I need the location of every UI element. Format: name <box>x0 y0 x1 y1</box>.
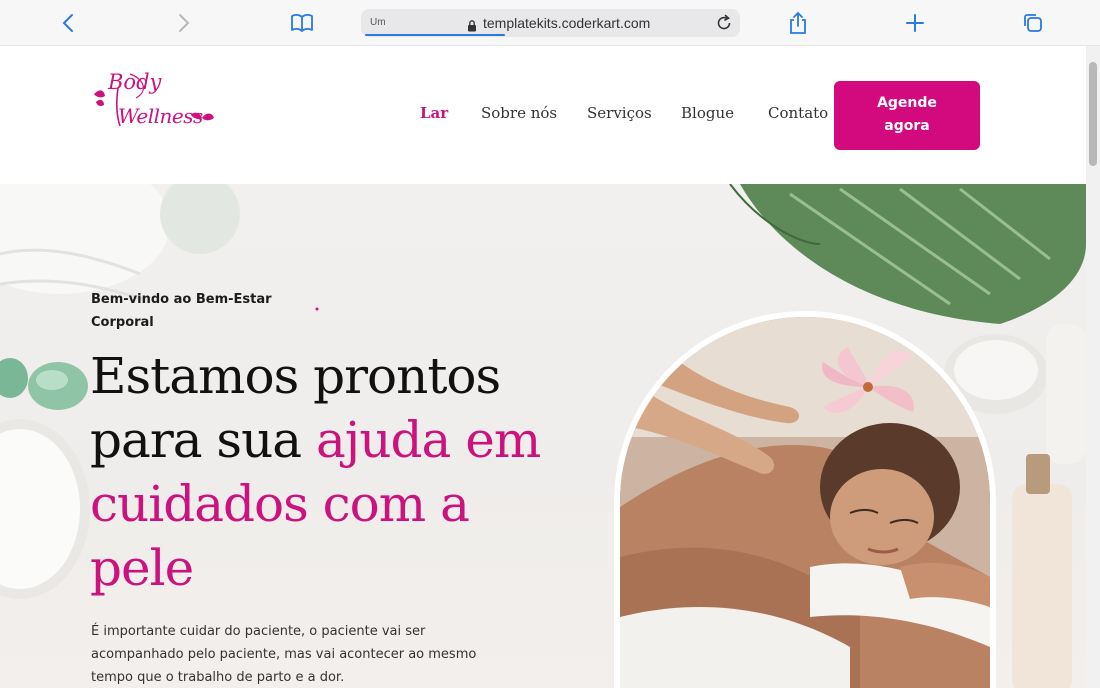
share-icon[interactable] <box>786 11 810 35</box>
browser-toolbar: Um templatekits.coderkart.com <box>0 0 1100 46</box>
logo-text-line1: Body <box>108 70 162 94</box>
page-load-progress <box>365 34 505 36</box>
book-now-label-line2: agora <box>884 118 930 134</box>
nav-item-blog[interactable]: Blogue <box>681 104 734 122</box>
headline-line3: cuidados com a <box>90 475 470 533</box>
nav-item-home[interactable]: Lar <box>420 104 448 122</box>
cream-bowl-decoration <box>0 419 90 599</box>
bookmarks-icon[interactable] <box>290 11 314 35</box>
welcome-line2: Corporal <box>91 315 154 330</box>
book-now-label-line1: Agende <box>877 95 937 111</box>
address-bar[interactable]: Um templatekits.coderkart.com <box>361 9 740 37</box>
headline-line4: pele <box>90 539 194 597</box>
brand-logo[interactable]: Body Wellness <box>90 68 240 140</box>
welcome-line1: Bem-vindo ao Bem-Estar <box>91 292 272 307</box>
headline-line2: para sua ajuda em <box>90 408 570 472</box>
headline-line2-pink: ajuda em <box>316 411 541 469</box>
hero-section: Bem-vindo ao Bem-Estar Corporal Estamos … <box>0 184 1086 688</box>
nav-item-services[interactable]: Serviços <box>587 104 652 122</box>
accent-dot <box>315 307 319 311</box>
massage-photo <box>620 317 990 688</box>
reader-mode-label[interactable]: Um <box>370 17 386 28</box>
headline-line1: Estamos prontos <box>90 347 501 405</box>
scrollbar-thumb[interactable] <box>1089 62 1097 166</box>
tabs-overview-icon[interactable] <box>1021 11 1045 35</box>
headline-line2-black: para sua <box>90 411 316 469</box>
url-text: templatekits.coderkart.com <box>483 15 651 31</box>
book-now-button[interactable]: Agende agora <box>834 81 980 150</box>
reload-icon[interactable] <box>714 13 734 37</box>
nav-item-contact[interactable]: Contato <box>768 104 828 122</box>
hero-headline: Estamos prontos para sua ajuda em cuidad… <box>90 344 570 600</box>
site-header: Body Wellness Lar Sobre nós Serviços Blo… <box>0 46 1086 184</box>
welcome-subtitle: Bem-vindo ao Bem-Estar Corporal <box>91 288 291 334</box>
logo-text-line2: Wellness <box>118 104 203 128</box>
page-scrollbar[interactable] <box>1086 46 1100 688</box>
bottle-decoration <box>1012 454 1072 688</box>
nav-item-about[interactable]: Sobre nós <box>481 104 557 122</box>
forward-icon[interactable] <box>172 11 196 35</box>
new-tab-icon[interactable] <box>903 11 927 35</box>
back-icon[interactable] <box>56 11 80 35</box>
massage-illustration <box>620 317 990 688</box>
hero-description: É importante cuidar do paciente, o pacie… <box>91 624 477 685</box>
